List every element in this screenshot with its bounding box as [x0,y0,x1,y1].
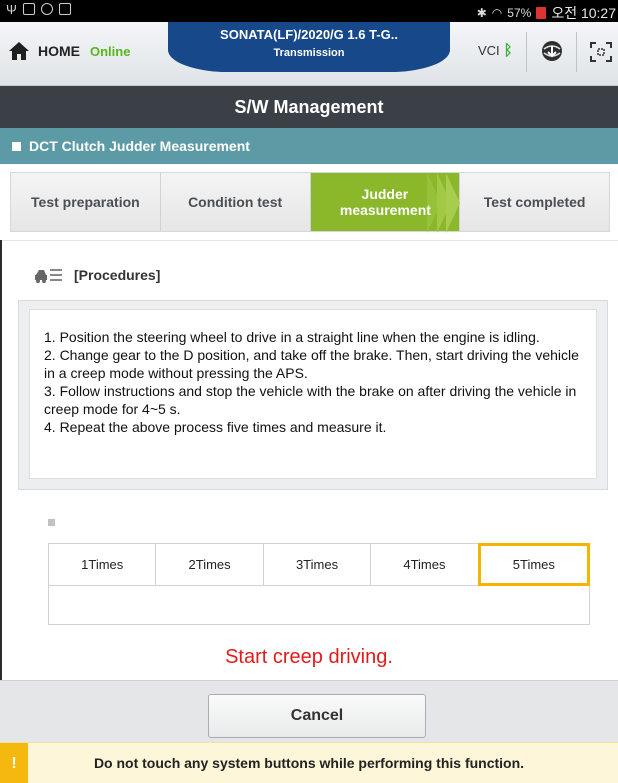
divider [0,240,618,241]
procedure-step: 3. Follow instructions and stop the vehi… [44,383,577,417]
usb-icon: Ψ [6,2,17,17]
image-icon [22,3,35,15]
car-list-icon [34,266,64,284]
warning-text: Do not touch any system buttons while pe… [93,755,525,771]
home-label[interactable]: HOME [38,43,80,59]
clock: 오전 10:27 [551,5,616,21]
step-arrow-decoration [437,173,452,233]
times-cell-1: 1Times [49,544,157,585]
step-label: Test preparation [31,194,140,210]
bluetooth-icon: ᛒ [503,42,513,59]
home-button[interactable]: HOME Online [8,40,130,62]
times-cell-5: 5Times [477,543,591,586]
section-title: DCT Clutch Judder Measurement [29,138,250,154]
voicemail-icon [40,3,53,15]
procedure-step: 4. Repeat the above process five times a… [44,419,387,435]
times-cell-3: 3Times [264,544,372,585]
procedure-step: 2. Change gear to the D position, and ta… [44,347,579,381]
app-header: HOME Online SONATA(LF)/2020/G 1.6 T-G.. … [0,22,618,86]
square-bullet-icon [48,519,55,526]
connection-status: Online [90,43,131,59]
home-icon[interactable] [8,40,29,62]
procedures-panel: 1. Position the steering wheel to drive … [18,300,608,490]
square-bullet-icon [12,141,21,151]
vci-label: VCI [478,43,500,58]
procedure-step: 1. Position the steering wheel to drive … [44,329,540,345]
step-label: Test completed [483,194,586,210]
bottom-bar: Cancel [0,680,618,742]
vci-status[interactable]: VCI ᛒ [478,42,513,59]
battery-percent: 57% [507,6,532,20]
wifi-icon: ◠ [491,6,503,20]
status-bar: Ψ ✱ ◠ 57% 오전 10:27 [0,0,618,22]
header-divider [576,32,577,72]
measurement-table: 1Times 2Times 3Times 4Times 5Times [48,543,591,625]
section-header: DCT Clutch Judder Measurement [0,128,618,164]
bluetooth-icon: ✱ [476,6,487,20]
vehicle-model: SONATA(LF)/2020/G 1.6 T-G.. [220,27,398,42]
step-test-completed: Test completed [460,173,609,231]
procedures-title: [Procedures] [74,267,161,283]
battery-icon [536,7,547,19]
step-label: Judder measurement [339,186,431,218]
step-condition-test: Condition test [160,173,311,231]
table-row [49,586,589,624]
times-cell-2: 2Times [156,544,264,585]
step-label: Condition test [188,194,283,210]
step-judder-measurement: Judder measurement [310,173,461,233]
progress-steps: Test preparation Condition test Judder m… [10,172,610,233]
procedures-text: 1. Position the steering wheel to drive … [29,309,597,479]
window-edge [0,240,2,680]
vehicle-banner: SONATA(LF)/2020/G 1.6 T-G.. Transmission [168,22,450,72]
instruction-message: Start creep driving. [225,646,393,668]
globe-download-icon[interactable] [540,39,564,63]
table-header-row: 1Times 2Times 3Times 4Times 5Times [49,543,591,586]
sim-icon [58,3,71,15]
cancel-button[interactable]: Cancel [208,694,426,738]
header-divider [526,32,527,72]
procedures-heading: [Procedures] [34,266,160,284]
warning-bar: ! Do not touch any system buttons while … [0,742,618,783]
step-test-preparation: Test preparation [11,173,161,231]
fullscreen-icon[interactable] [590,42,612,62]
times-cell-4: 4Times [371,544,479,585]
status-bar-left: Ψ [6,3,71,17]
vehicle-system: Transmission [273,47,345,59]
status-bar-right: ✱ ◠ 57% 오전 10:27 [477,3,616,23]
page-title: S/W Management [0,86,618,128]
